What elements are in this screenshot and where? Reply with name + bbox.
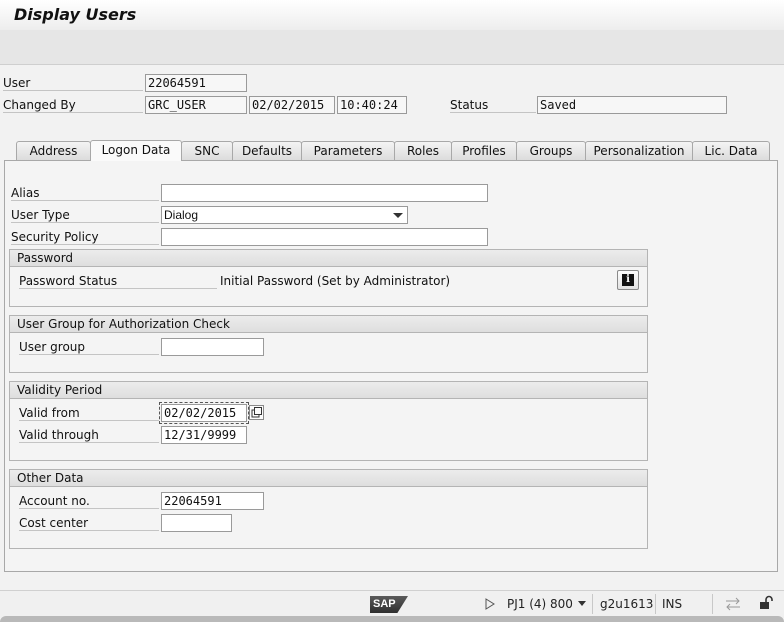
chevron-down-icon[interactable] — [393, 213, 403, 218]
window-bottom-edge — [0, 616, 784, 622]
valid-from-field[interactable]: 02/02/2015 — [159, 402, 249, 424]
validity-group-title: Validity Period — [10, 382, 647, 399]
status-separator — [592, 594, 593, 614]
tab-parameters[interactable]: Parameters — [301, 141, 395, 160]
tab-lic-data[interactable]: Lic. Data — [692, 141, 770, 160]
tab-defaults[interactable]: Defaults — [232, 141, 302, 160]
alias-field[interactable] — [161, 184, 488, 202]
valid-from-label: Valid from — [19, 406, 159, 421]
server-name: g2u1613 — [600, 597, 654, 611]
user-type-dropdown[interactable]: Dialog — [161, 206, 408, 224]
calendar-help-button[interactable] — [249, 405, 264, 420]
other-data-group: Other Data — [9, 469, 648, 549]
page-title: Display Users — [14, 5, 137, 24]
status-separator — [712, 594, 713, 614]
system-info: PJ1 (4) 800 — [507, 597, 573, 611]
changed-date-field[interactable]: 02/02/2015 — [249, 96, 335, 114]
tab-personalization[interactable]: Personalization — [585, 141, 693, 160]
user-label: User — [3, 76, 143, 91]
cost-center-field[interactable] — [161, 514, 232, 532]
account-no-label: Account no. — [19, 494, 159, 509]
cost-center-label: Cost center — [19, 516, 159, 531]
tab-groups[interactable]: Groups — [516, 141, 586, 160]
valid-through-label: Valid through — [19, 428, 159, 443]
info-button[interactable]: i — [617, 270, 639, 290]
user-group-label: User group — [19, 340, 159, 355]
application-toolbar — [0, 30, 784, 65]
authorization-group-title: User Group for Authorization Check — [10, 316, 647, 333]
connection-icon[interactable] — [724, 597, 742, 611]
user-type-label: User Type — [11, 208, 159, 223]
insert-mode: INS — [662, 597, 683, 611]
play-icon[interactable] — [485, 598, 495, 610]
tab-snc[interactable]: SNC — [181, 141, 233, 160]
tab-address[interactable]: Address — [16, 141, 91, 160]
changed-by-label: Changed By — [3, 98, 143, 113]
account-no-field[interactable]: 22064591 — [161, 492, 264, 510]
tab-logon-data[interactable]: Logon Data — [90, 140, 182, 161]
security-policy-field[interactable] — [161, 228, 488, 246]
valid-through-field[interactable]: 12/31/9999 — [161, 426, 247, 444]
password-status-label: Password Status — [19, 274, 217, 289]
system-dropdown-icon[interactable] — [578, 601, 586, 606]
other-data-group-title: Other Data — [10, 470, 647, 487]
password-group-title: Password — [10, 250, 647, 267]
changed-time-field[interactable]: 10:40:24 — [337, 96, 407, 114]
tab-profiles[interactable]: Profiles — [451, 141, 517, 160]
status-label: Status — [450, 98, 536, 113]
status-separator — [655, 594, 656, 614]
tab-roles[interactable]: Roles — [394, 141, 452, 160]
password-status-value: Initial Password (Set by Administrator) — [220, 274, 451, 288]
alias-label: Alias — [11, 186, 159, 201]
copy-icon — [251, 407, 262, 418]
user-field[interactable]: 22064591 — [145, 74, 247, 92]
lock-icon[interactable] — [758, 595, 774, 611]
user-type-value: Dialog — [164, 208, 199, 222]
changed-by-field[interactable]: GRC_USER — [145, 96, 247, 114]
security-policy-label: Security Policy — [11, 230, 159, 245]
validity-group: Validity Period — [9, 381, 648, 461]
info-icon: i — [622, 274, 634, 286]
user-group-field[interactable] — [161, 338, 264, 356]
status-field[interactable]: Saved — [537, 96, 727, 114]
